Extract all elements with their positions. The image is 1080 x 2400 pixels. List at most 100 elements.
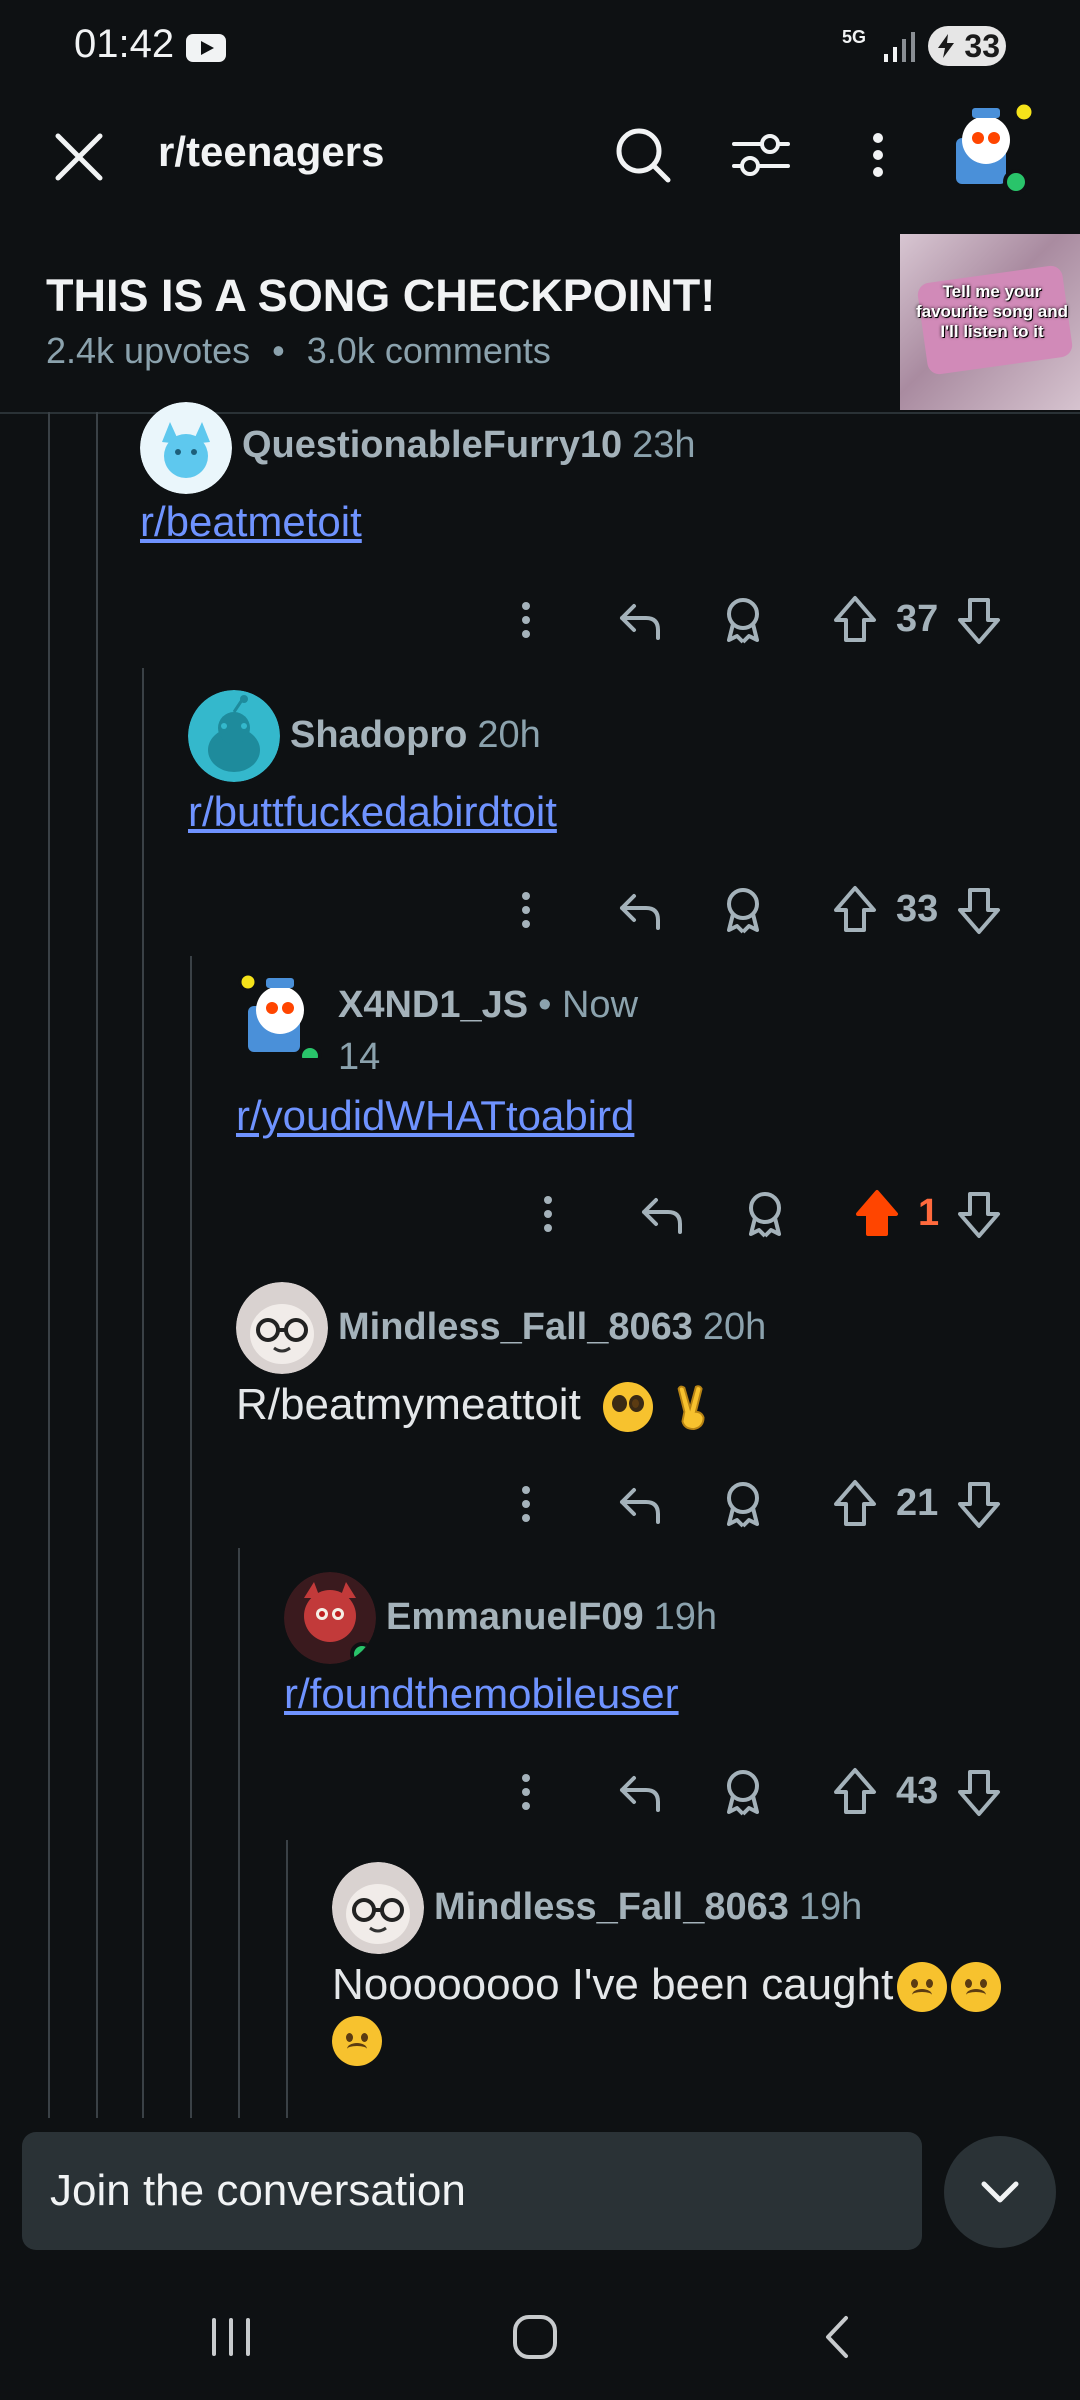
comment-body-text: R/beatmymeattoit bbox=[236, 1380, 581, 1429]
comment-username[interactable]: Mindless_Fall_8063 19h bbox=[434, 1886, 862, 1929]
chevron-down-icon bbox=[981, 2181, 1019, 2203]
more-options-icon[interactable] bbox=[500, 1474, 550, 1534]
comment-body-link[interactable]: r/beatmetoit bbox=[140, 498, 362, 546]
award-icon[interactable] bbox=[740, 1184, 790, 1244]
upvote-count: 2.4k upvotes bbox=[46, 330, 251, 371]
comment-body-link[interactable]: r/foundthemobileuser bbox=[284, 1670, 679, 1718]
upvote-icon[interactable] bbox=[830, 1762, 880, 1822]
thumbnail-text: Tell me your favourite song and I'll lis… bbox=[915, 282, 1069, 341]
comment-actions: 1 bbox=[522, 1184, 1010, 1244]
downvote-icon[interactable] bbox=[954, 590, 1004, 650]
recent-apps-icon[interactable] bbox=[206, 2312, 256, 2362]
comment-time: 20h bbox=[702, 1306, 767, 1348]
award-icon[interactable] bbox=[718, 880, 768, 940]
thread-line[interactable] bbox=[286, 1840, 288, 2118]
post-thumbnail[interactable]: Tell me your favourite song and I'll lis… bbox=[900, 234, 1080, 410]
close-icon[interactable] bbox=[50, 128, 108, 186]
vote-count: 1 bbox=[918, 1192, 940, 1234]
status-time: 01:42 bbox=[74, 22, 175, 66]
back-icon[interactable] bbox=[814, 2312, 864, 2362]
comment-username[interactable]: EmmanuelF09 19h bbox=[386, 1596, 717, 1639]
upvote-icon[interactable] bbox=[830, 1474, 880, 1534]
sort-filter-icon[interactable] bbox=[730, 124, 792, 186]
comment-actions: 33 bbox=[500, 880, 1010, 940]
comment-username[interactable]: X4ND1_JS • Now bbox=[338, 984, 638, 1027]
commenter-avatar[interactable] bbox=[236, 1282, 328, 1374]
reply-icon[interactable] bbox=[614, 1474, 664, 1534]
search-icon[interactable] bbox=[612, 124, 674, 186]
comment-username[interactable]: Mindless_Fall_8063 20h bbox=[338, 1306, 766, 1349]
commenter-avatar[interactable] bbox=[284, 1572, 376, 1664]
comment-composer[interactable]: Join the conversation bbox=[22, 2132, 922, 2250]
reply-icon[interactable] bbox=[636, 1184, 686, 1244]
username-text[interactable]: Mindless_Fall_8063 bbox=[434, 1886, 789, 1928]
username-text[interactable]: X4ND1_JS bbox=[338, 984, 528, 1026]
comment-username[interactable]: Shadopro 20h bbox=[290, 714, 541, 757]
award-icon[interactable] bbox=[718, 1762, 768, 1822]
reply-icon[interactable] bbox=[614, 880, 664, 940]
more-options-icon[interactable] bbox=[500, 590, 550, 650]
post-meta: 2.4k upvotes • 3.0k comments bbox=[46, 330, 551, 372]
user-avatar[interactable] bbox=[946, 98, 1042, 194]
thread-line[interactable] bbox=[48, 412, 50, 2118]
subreddit-title[interactable]: r/teenagers bbox=[158, 128, 384, 176]
more-options-icon[interactable] bbox=[522, 1184, 572, 1244]
comment-time: 19h bbox=[653, 1596, 718, 1638]
commenter-avatar[interactable] bbox=[140, 402, 232, 494]
vote-count: 21 bbox=[896, 1482, 939, 1524]
downvote-icon[interactable] bbox=[954, 880, 1004, 940]
comment-body: R/beatmymeattoit bbox=[236, 1380, 717, 1433]
comment-time: 23h bbox=[632, 424, 696, 466]
pleading-face-emoji bbox=[603, 1382, 654, 1433]
system-nav-bar bbox=[0, 2272, 1080, 2400]
frowning-face-emoji bbox=[897, 1962, 948, 2013]
comment-time: 19h bbox=[798, 1886, 863, 1928]
comment-body-line2 bbox=[332, 2014, 382, 2067]
upvote-icon[interactable] bbox=[830, 880, 880, 940]
status-bar: 01:42 5G 33 bbox=[0, 0, 1080, 92]
downvote-icon[interactable] bbox=[954, 1474, 1004, 1534]
username-text[interactable]: Mindless_Fall_8063 bbox=[338, 1306, 693, 1348]
more-options-icon[interactable] bbox=[500, 1762, 550, 1822]
signal-icon bbox=[884, 32, 915, 62]
username-text[interactable]: QuestionableFurry10 bbox=[242, 424, 622, 466]
thread-line[interactable] bbox=[142, 668, 144, 2118]
comment-body-link[interactable]: r/youdidWHATtoabird bbox=[236, 1092, 634, 1140]
comment-body-link[interactable]: r/buttfuckedabirdtoit bbox=[188, 788, 557, 836]
commenter-avatar[interactable] bbox=[236, 966, 328, 1058]
award-icon[interactable] bbox=[718, 1474, 768, 1534]
victory-hand-emoji bbox=[677, 1385, 705, 1431]
award-icon[interactable] bbox=[718, 590, 768, 650]
comment-count: 3.0k comments bbox=[306, 330, 551, 371]
vote-count: 33 bbox=[896, 888, 939, 930]
commenter-avatar[interactable] bbox=[188, 690, 280, 782]
charging-icon bbox=[938, 34, 954, 58]
post-title[interactable]: THIS IS A SONG CHECKPOINT! bbox=[46, 270, 715, 322]
username-text[interactable]: EmmanuelF09 bbox=[386, 1596, 644, 1638]
downvote-icon[interactable] bbox=[954, 1762, 1004, 1822]
meta-separator: • bbox=[272, 330, 285, 371]
comment-actions: 21 bbox=[500, 1474, 1010, 1534]
upvote-icon-active[interactable] bbox=[852, 1184, 902, 1244]
reply-icon[interactable] bbox=[614, 590, 664, 650]
thread-line[interactable] bbox=[238, 1548, 240, 2118]
more-options-icon[interactable] bbox=[862, 124, 894, 186]
commenter-avatar[interactable] bbox=[332, 1862, 424, 1954]
home-icon[interactable] bbox=[510, 2312, 560, 2362]
composer-placeholder[interactable]: Join the conversation bbox=[50, 2166, 466, 2216]
reply-icon[interactable] bbox=[614, 1762, 664, 1822]
thread-line[interactable] bbox=[190, 956, 192, 2118]
comment-actions: 37 bbox=[500, 590, 1010, 650]
comment-username[interactable]: QuestionableFurry10 23h bbox=[242, 424, 696, 467]
collapse-button[interactable] bbox=[944, 2136, 1056, 2248]
username-text[interactable]: Shadopro bbox=[290, 714, 467, 756]
comment-actions: 43 bbox=[500, 1762, 1010, 1822]
vote-count: 43 bbox=[896, 1770, 939, 1812]
more-options-icon[interactable] bbox=[500, 880, 550, 940]
comment-body-text: Noooooooo I've been caught bbox=[332, 1960, 894, 2009]
comment-body: Noooooooo I've been caught bbox=[332, 1960, 1002, 2013]
thread-line[interactable] bbox=[96, 412, 98, 2118]
upvote-icon[interactable] bbox=[830, 590, 880, 650]
downvote-icon[interactable] bbox=[954, 1184, 1004, 1244]
user-flair: 14 bbox=[338, 1036, 381, 1078]
